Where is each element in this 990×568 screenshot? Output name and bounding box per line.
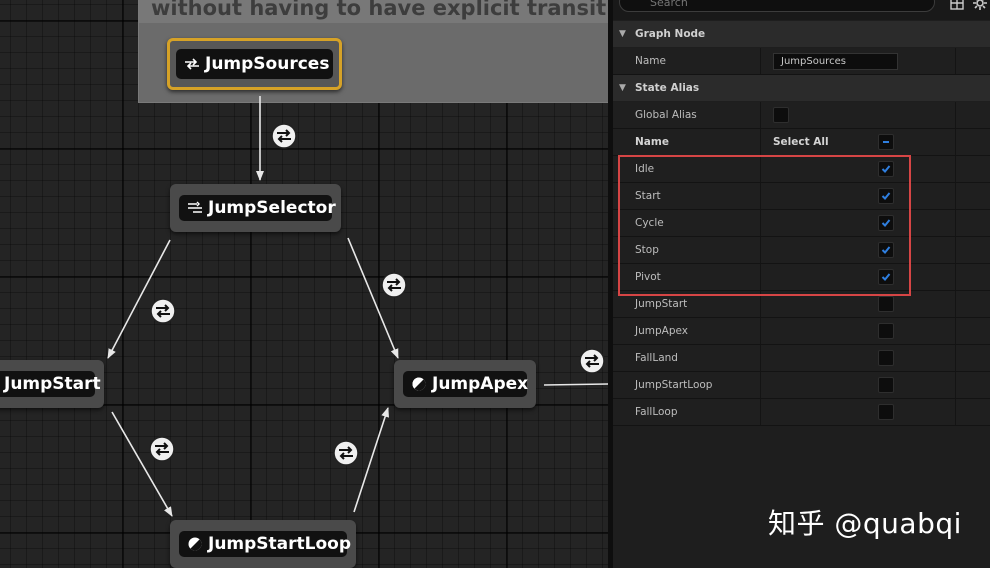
transition-icon[interactable]: [271, 123, 297, 149]
state-checkbox[interactable]: [878, 215, 894, 231]
collapse-arrow-icon[interactable]: ▼: [619, 75, 626, 101]
transition-icon[interactable]: [149, 436, 175, 462]
state-checkbox[interactable]: [878, 350, 894, 366]
node-jumpstartloop[interactable]: JumpStartLoop: [170, 520, 356, 568]
node-jumpstart[interactable]: JumpStart: [0, 360, 104, 408]
select-all-checkbox[interactable]: [878, 134, 894, 150]
state-name: FallLoop: [635, 406, 678, 418]
property-row-global-alias: Global Alias: [613, 102, 990, 129]
graph-canvas[interactable]: without having to have explicit transiti…: [0, 0, 608, 568]
details-search-bar: [613, 0, 990, 20]
state-checkbox[interactable]: [878, 188, 894, 204]
state-alias-icon: [185, 58, 199, 70]
transition-icon[interactable]: [333, 440, 359, 466]
category-graph-node[interactable]: ▼ Graph Node: [613, 21, 990, 47]
global-alias-checkbox[interactable]: [773, 107, 789, 123]
watermark: 知乎 @quabqi: [768, 507, 962, 540]
state-name: Pivot: [635, 271, 661, 283]
grid-view-icon[interactable]: [949, 0, 965, 11]
state-name: Start: [635, 190, 661, 202]
property-row-name: Name JumpSources: [613, 48, 990, 75]
state-name: Cycle: [635, 217, 664, 229]
state-checkbox[interactable]: [878, 269, 894, 285]
node-jumpapex[interactable]: JumpApex: [394, 360, 536, 408]
state-row: Start: [613, 183, 990, 210]
category-state-alias[interactable]: ▼ State Alias: [613, 75, 990, 101]
state-list-header: Name Select All: [613, 129, 990, 156]
transition-icon[interactable]: [579, 348, 605, 374]
node-jumpselector[interactable]: JumpSelector: [170, 184, 341, 232]
state-checkbox[interactable]: [878, 404, 894, 420]
transition-icon[interactable]: [150, 298, 176, 324]
state-icon: [188, 537, 202, 551]
state-row: Cycle: [613, 210, 990, 237]
state-checkbox[interactable]: [878, 377, 894, 393]
state-row: FallLoop: [613, 399, 990, 426]
conduit-icon: [188, 201, 202, 213]
state-row: Pivot: [613, 264, 990, 291]
state-row: JumpStart: [613, 291, 990, 318]
details-panel: ▼Graph Node Name JumpSources ▼State Alia…: [613, 0, 990, 568]
collapse-arrow-icon[interactable]: ▼: [619, 21, 626, 47]
edge-jumpapex-out: [543, 383, 608, 386]
node-label: JumpSelector: [208, 198, 336, 218]
edge-jumpstart-startloop: [111, 411, 173, 517]
search-input[interactable]: [619, 0, 935, 12]
node-label: JumpStart: [4, 374, 101, 394]
node-jumpsources[interactable]: JumpSources: [167, 38, 342, 90]
edge-startloop-jumpapex: [353, 407, 390, 513]
node-label: JumpSources: [205, 54, 330, 74]
state-checkbox[interactable]: [878, 296, 894, 312]
select-all-label: Select All: [773, 136, 829, 148]
node-label: JumpApex: [432, 374, 529, 394]
node-label: JumpStartLoop: [208, 534, 352, 554]
state-row: FallLand: [613, 345, 990, 372]
state-name: Stop: [635, 244, 659, 256]
state-name: FallLand: [635, 352, 678, 364]
state-name: Idle: [635, 163, 655, 175]
state-checkbox[interactable]: [878, 323, 894, 339]
state-name: JumpApex: [635, 325, 688, 337]
state-row: JumpApex: [613, 318, 990, 345]
name-field[interactable]: JumpSources: [773, 53, 898, 70]
gear-icon[interactable]: [972, 0, 988, 11]
state-row: JumpStartLoop: [613, 372, 990, 399]
state-checkbox[interactable]: [878, 242, 894, 258]
state-name: JumpStart: [635, 298, 688, 310]
state-row: Stop: [613, 237, 990, 264]
state-row: Idle: [613, 156, 990, 183]
transition-icon[interactable]: [381, 272, 407, 298]
state-name: JumpStartLoop: [635, 379, 713, 391]
state-icon: [412, 377, 426, 391]
state-checkbox[interactable]: [878, 161, 894, 177]
